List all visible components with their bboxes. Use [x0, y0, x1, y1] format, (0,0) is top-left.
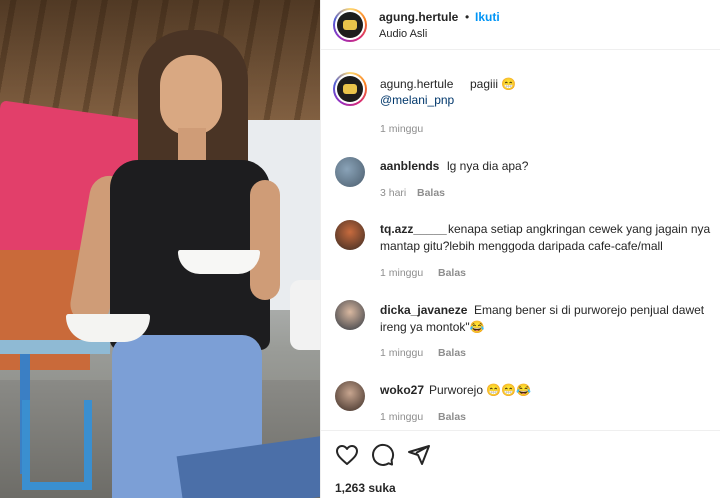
comment-text: Emang bener si di purworejo penjual dawe… [474, 303, 705, 317]
comment-text: kenapa setiap angkringan cewek yang jaga… [448, 222, 711, 236]
post-header: agung.hertule • Ikuti Audio Asli [321, 0, 720, 50]
comment-text: lg nya dia apa? [447, 159, 529, 173]
commenter-avatar[interactable] [335, 220, 365, 250]
caption-time: 1 minggu [380, 123, 424, 135]
comment-username[interactable]: woko27 [380, 381, 424, 399]
reply-button[interactable]: Balas [438, 411, 466, 423]
commenter-avatar[interactable] [335, 381, 365, 411]
comment-time: 1 minggu [380, 347, 424, 359]
caption-text: pagiii 😁 [470, 77, 517, 91]
audio-label[interactable]: Audio Asli [379, 28, 427, 40]
blue-chair [22, 400, 92, 490]
comment-text-continued: ireng ya montok"😂 [380, 320, 485, 334]
share-icon[interactable] [407, 443, 431, 467]
commenter-avatar[interactable] [335, 300, 365, 330]
comment-text-continued: mantap gitu?lebih menggoda daripada cafe… [380, 239, 663, 253]
post-actions: 1,263 suka [321, 430, 720, 498]
comment-time: 1 minggu [380, 411, 424, 423]
comment-username[interactable]: tq.azz_____ [380, 220, 447, 238]
bowl [178, 250, 260, 274]
reply-button[interactable]: Balas [438, 267, 466, 279]
author-username[interactable]: agung.hertule [379, 10, 458, 24]
comment-text: Purworejo 😁😁😂 [429, 383, 532, 397]
commenter-avatar[interactable] [335, 157, 365, 187]
bowl [66, 314, 150, 342]
caption-avatar[interactable] [333, 72, 367, 106]
heart-icon[interactable] [335, 443, 359, 467]
comment-time: 1 minggu [380, 267, 424, 279]
post-sidebar: agung.hertule • Ikuti Audio Asli agung.h… [320, 0, 720, 498]
post-video[interactable] [0, 0, 320, 498]
separator-dot: • [465, 10, 470, 24]
author-avatar[interactable] [333, 8, 367, 42]
reply-button[interactable]: Balas [417, 187, 445, 199]
comment-icon[interactable] [371, 443, 395, 467]
follow-button[interactable]: Ikuti [475, 10, 500, 24]
reply-button[interactable]: Balas [438, 347, 466, 359]
comment-username[interactable]: aanblends [380, 157, 439, 175]
caption-username[interactable]: agung.hertule [380, 75, 453, 93]
comment-username[interactable]: dicka_javaneze [380, 301, 467, 319]
caption-mention[interactable]: @melani_pnp [380, 93, 454, 107]
comment-time: 3 hari [380, 187, 407, 199]
likes-count[interactable]: 1,263 suka [335, 481, 396, 495]
